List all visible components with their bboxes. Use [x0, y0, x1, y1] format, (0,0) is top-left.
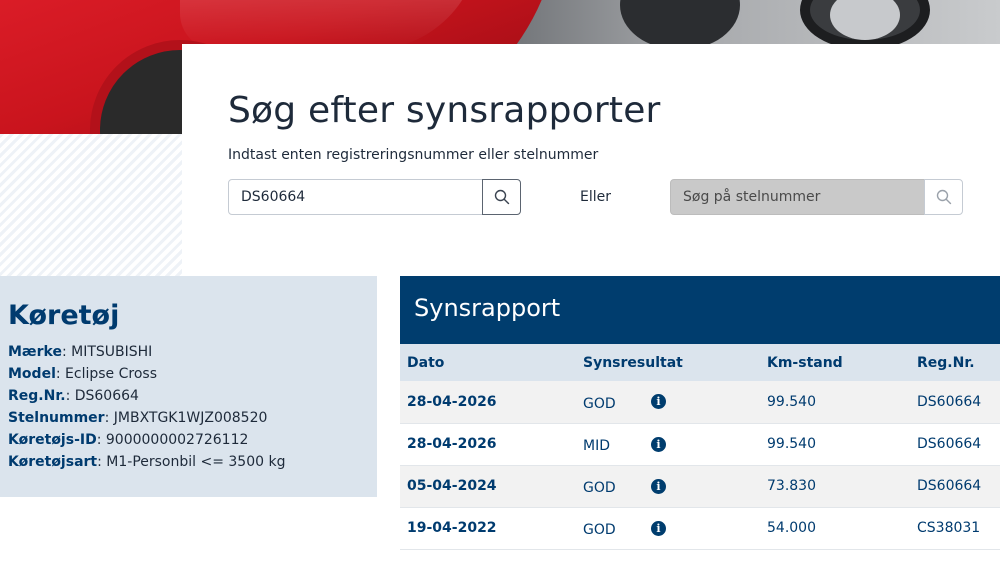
search-icon	[494, 189, 509, 205]
reg-number-input[interactable]: DS60664	[228, 179, 484, 215]
row-reg: DS60664	[917, 436, 982, 452]
row-result-cell: MID i	[576, 423, 760, 465]
report-title: Synsrapport	[400, 276, 1000, 344]
page: Søg efter synsrapporter Indtast enten re…	[0, 0, 1000, 564]
info-icon[interactable]: i	[651, 394, 666, 410]
search-card: Søg efter synsrapporter Indtast enten re…	[182, 44, 1000, 276]
info-icon[interactable]: i	[651, 436, 666, 452]
page-subtitle: Indtast enten registreringsnummer eller …	[228, 147, 599, 163]
row-km: 99.540	[767, 436, 816, 452]
row-result-cell: GOD i	[576, 507, 760, 549]
row-result: GOD	[583, 522, 616, 538]
table-header-row: Dato Synsresultat Km-stand Reg.Nr.	[400, 344, 1000, 381]
row-date: 05-04-2024	[407, 478, 497, 494]
row-result-cell: GOD i	[576, 381, 760, 423]
row-reg: DS60664	[917, 478, 982, 494]
info-icon[interactable]: i	[651, 478, 666, 494]
row-km: 99.540	[767, 393, 816, 410]
row-date: 28-04-2026	[407, 393, 497, 410]
info-icon[interactable]: i	[651, 520, 666, 536]
vin-search-button[interactable]	[924, 179, 963, 215]
table-row[interactable]: 05-04-2024 GOD i 73.830 DS60664	[400, 465, 1000, 507]
vehicle-field-vin: Stelnummer: JMBXTGK1WJZ008520	[8, 410, 268, 426]
column-header-result: Synsresultat	[583, 354, 683, 371]
decorative-pattern	[0, 134, 182, 276]
vehicle-field-type: Køretøjsart: M1-Personbil <= 3500 kg	[8, 454, 286, 470]
vehicle-field-make: Mærke: MITSUBISHI	[8, 344, 153, 360]
row-km: 54.000	[767, 520, 816, 536]
column-header-reg: Reg.Nr.	[917, 354, 975, 371]
column-header-km: Km-stand	[767, 354, 843, 371]
or-label: Eller	[580, 189, 611, 205]
row-date: 28-04-2026	[407, 436, 497, 452]
inspection-report-section: Synsrapport Dato Synsresultat Km-stand R…	[400, 276, 1000, 564]
vehicle-field-reg: Reg.Nr.: DS60664	[8, 388, 139, 404]
page-title: Søg efter synsrapporter	[228, 90, 661, 131]
reg-search-button[interactable]	[482, 179, 521, 215]
vehicle-field-model: Model: Eclipse Cross	[8, 366, 157, 382]
row-reg: DS60664	[917, 393, 982, 410]
table-row[interactable]: 28-04-2026 GOD i 99.540 DS60664	[400, 381, 1000, 423]
row-date: 19-04-2022	[407, 520, 497, 536]
row-result-cell: GOD i	[576, 465, 760, 507]
vin-search-input[interactable]: Søg på stelnummer	[670, 179, 926, 215]
row-result: GOD	[583, 480, 616, 496]
vehicle-panel: Køretøj Mærke: MITSUBISHI Model: Eclipse…	[0, 276, 377, 497]
row-result: MID	[583, 438, 610, 454]
column-header-date: Dato	[407, 354, 445, 371]
vehicle-title: Køretøj	[8, 300, 120, 331]
table-row[interactable]: 28-04-2026 MID i 99.540 DS60664	[400, 423, 1000, 465]
row-km: 73.830	[767, 478, 816, 494]
row-result: GOD	[583, 395, 616, 412]
report-table: Dato Synsresultat Km-stand Reg.Nr. 28-04…	[400, 344, 1000, 550]
table-row[interactable]: 19-04-2022 GOD i 54.000 CS38031	[400, 507, 1000, 549]
search-icon	[936, 189, 951, 205]
row-reg: CS38031	[917, 520, 981, 536]
vehicle-field-id: Køretøjs-ID: 9000000002726112	[8, 432, 249, 448]
